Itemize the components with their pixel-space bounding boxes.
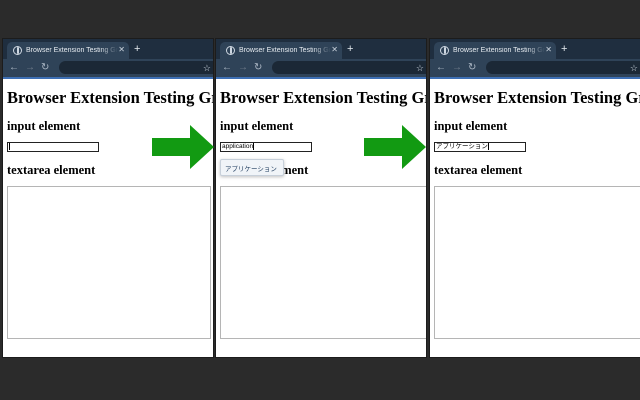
green-right-arrow-icon	[152, 125, 214, 169]
globe-icon	[13, 46, 22, 55]
textarea[interactable]	[434, 186, 640, 339]
input-heading: input element	[220, 119, 294, 133]
browser-window-step-1: Browser Extension Testing Ground ✕ + ← →…	[2, 38, 214, 358]
page-title: Browser Extension Testing Ground	[7, 88, 213, 107]
browser-tab[interactable]: Browser Extension Testing Ground ✕	[7, 42, 129, 59]
close-icon[interactable]: ✕	[545, 44, 552, 56]
suggestion-text: アプリケーション	[225, 165, 277, 173]
globe-icon	[226, 46, 235, 55]
back-arrow-icon[interactable]: ←	[9, 60, 19, 76]
browser-toolbar: ← → ↻ ☆	[3, 59, 213, 79]
tab-bar: Browser Extension Testing Ground ✕ +	[216, 39, 426, 59]
browser-toolbar: ← → ↻ ☆	[216, 59, 426, 79]
textarea[interactable]	[220, 186, 426, 339]
address-bar[interactable]: ☆	[59, 61, 213, 74]
reload-icon[interactable]: ↻	[41, 60, 49, 76]
new-tab-button[interactable]: +	[134, 42, 140, 56]
browser-tab[interactable]: Browser Extension Testing Ground ✕	[434, 42, 556, 59]
text-input[interactable]	[7, 142, 99, 152]
conversion-suggestion-popup[interactable]: アプリケーション	[220, 159, 284, 176]
textarea-heading: textarea element	[434, 163, 523, 177]
page-title: Browser Extension Testing Ground	[434, 88, 640, 107]
tab-title: Browser Extension Testing Ground	[26, 47, 118, 54]
forward-arrow-icon[interactable]: →	[25, 60, 35, 76]
browser-tab[interactable]: Browser Extension Testing Ground ✕	[220, 42, 342, 59]
page-content: Browser Extension Testing Ground input e…	[216, 79, 426, 357]
back-arrow-icon[interactable]: ←	[222, 60, 232, 76]
forward-arrow-icon[interactable]: →	[452, 60, 462, 76]
text-input[interactable]: application	[220, 142, 312, 152]
new-tab-button[interactable]: +	[561, 42, 567, 56]
page-title: Browser Extension Testing Ground	[220, 88, 426, 107]
globe-icon	[440, 46, 449, 55]
reload-icon[interactable]: ↻	[254, 60, 262, 76]
green-right-arrow-icon	[364, 125, 426, 169]
bookmark-star-icon[interactable]: ☆	[203, 61, 211, 75]
bookmark-star-icon[interactable]: ☆	[630, 61, 638, 75]
text-caret	[253, 143, 255, 150]
input-value: application	[222, 143, 254, 151]
input-heading: input element	[7, 119, 81, 133]
page-content: Browser Extension Testing Ground input e…	[430, 79, 640, 357]
input-value: アプリケーション	[436, 143, 488, 151]
text-caret	[9, 143, 10, 150]
tab-bar: Browser Extension Testing Ground ✕ +	[3, 39, 213, 59]
tab-title: Browser Extension Testing Ground	[453, 47, 545, 54]
input-heading: input element	[434, 119, 508, 133]
page-content: Browser Extension Testing Ground input e…	[3, 79, 213, 357]
close-icon[interactable]: ✕	[331, 44, 338, 56]
close-icon[interactable]: ✕	[118, 44, 125, 56]
tab-bar: Browser Extension Testing Ground ✕ +	[430, 39, 640, 59]
browser-toolbar: ← → ↻ ☆	[430, 59, 640, 79]
new-tab-button[interactable]: +	[347, 42, 353, 56]
back-arrow-icon[interactable]: ←	[436, 60, 446, 76]
browser-window-step-3: Browser Extension Testing Ground ✕ + ← →…	[429, 38, 640, 358]
textarea[interactable]	[7, 186, 211, 339]
text-caret	[487, 143, 489, 150]
tab-title: Browser Extension Testing Ground	[239, 47, 331, 54]
textarea-heading: textarea element	[7, 163, 96, 177]
text-input[interactable]: アプリケーション	[434, 142, 526, 152]
address-bar[interactable]: ☆	[272, 61, 426, 74]
browser-window-step-2: Browser Extension Testing Ground ✕ + ← →…	[215, 38, 427, 358]
bookmark-star-icon[interactable]: ☆	[416, 61, 424, 75]
reload-icon[interactable]: ↻	[468, 60, 476, 76]
address-bar[interactable]: ☆	[486, 61, 640, 74]
forward-arrow-icon[interactable]: →	[238, 60, 248, 76]
